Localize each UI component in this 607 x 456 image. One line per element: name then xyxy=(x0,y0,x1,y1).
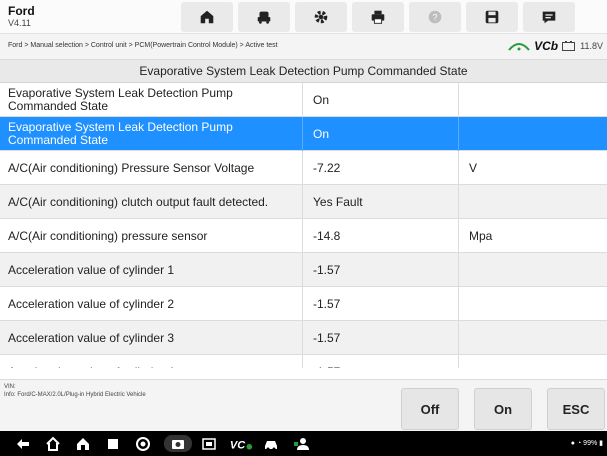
row-unit xyxy=(458,355,607,368)
vehicle-swap-button[interactable] xyxy=(238,2,290,32)
svg-text:VC: VC xyxy=(230,439,246,451)
row-value: Yes Fault xyxy=(302,185,442,219)
table-row[interactable]: A/C(Air conditioning) Pressure Sensor Vo… xyxy=(0,151,607,185)
row-unit: Mpa xyxy=(458,219,607,253)
autel-home-button[interactable] xyxy=(74,435,92,452)
wifi-icon: ◔ xyxy=(576,440,582,447)
vehicle-button[interactable] xyxy=(262,435,280,452)
table-row[interactable]: A/C(Air conditioning) pressure sensor -14… xyxy=(0,219,607,253)
browser-button[interactable] xyxy=(134,435,152,452)
data-table: Evaporative System Leak Detection Pump C… xyxy=(0,83,607,368)
home-button[interactable] xyxy=(181,2,233,32)
android-nav-bar: VC ● ◔ 99% ▮ xyxy=(0,431,607,456)
home-outline-icon xyxy=(46,436,60,451)
remote-button[interactable] xyxy=(292,435,310,452)
recent-apps-button[interactable] xyxy=(104,435,122,452)
row-unit xyxy=(458,321,607,355)
battery-percent: 99% xyxy=(583,440,598,447)
display-icon xyxy=(202,437,216,450)
row-unit xyxy=(458,117,607,151)
table-row[interactable]: Evaporative System Leak Detection Pump C… xyxy=(0,117,607,151)
svg-text:?: ? xyxy=(432,13,437,23)
row-name: Acceleration value of cylinder 2 xyxy=(8,296,175,311)
vci-brand: VCb xyxy=(534,39,559,53)
breadcrumb-bar: Ford > Manual selection > Control unit >… xyxy=(0,34,607,60)
vci-status: VCb 11.8V xyxy=(508,39,603,53)
row-name: Evaporative System Leak Detection Pump C… xyxy=(8,86,233,113)
chrome-icon xyxy=(136,436,150,451)
battery-level-icon: ▮ xyxy=(599,440,603,447)
table-row[interactable]: Acceleration value of cylinder 2 -1.57 xyxy=(0,287,607,321)
esc-button[interactable]: ESC xyxy=(547,388,605,430)
app-brand: Ford V4.11 xyxy=(8,5,35,29)
bottom-bar: VIN: Info: Ford/C-MAX/2.0L/Plug-in Hybri… xyxy=(0,379,607,431)
save-button[interactable] xyxy=(466,2,518,32)
wifi-link-icon xyxy=(508,43,530,51)
system-status: ● ◔ 99% ▮ xyxy=(571,439,603,447)
table-row[interactable]: Acceleration value of cylinder 3 -1.57 xyxy=(0,321,607,355)
row-name: A/C(Air conditioning) clutch output faul… xyxy=(8,194,269,209)
display-button[interactable] xyxy=(200,435,218,452)
back-button[interactable] xyxy=(14,435,32,452)
app-title: Ford xyxy=(8,4,35,18)
vehicle-info-text: Info: Ford/C-MAX/2.0L/Plug-in Hybrid Ele… xyxy=(4,392,146,398)
app-version: V4.11 xyxy=(8,18,31,28)
message-button[interactable] xyxy=(523,2,575,32)
row-value: On xyxy=(302,117,442,151)
car-icon xyxy=(265,440,277,450)
vehicle-info: VIN: Info: Ford/C-MAX/2.0L/Plug-in Hybri… xyxy=(4,383,146,399)
row-unit: V xyxy=(458,151,607,185)
screenshot-button[interactable] xyxy=(164,435,192,452)
help-icon: ? xyxy=(428,10,442,24)
table-header: Evaporative System Leak Detection Pump C… xyxy=(0,60,607,83)
back-arrow-icon xyxy=(17,438,29,449)
car-swap-icon xyxy=(257,11,271,24)
print-icon xyxy=(371,10,385,24)
row-name: Acceleration value of cylinder 3 xyxy=(8,330,175,345)
home-icon xyxy=(200,10,214,24)
row-name: Evaporative System Leak Detection Pump C… xyxy=(8,120,233,147)
remote-support-icon xyxy=(294,437,309,450)
gear-icon xyxy=(314,10,328,24)
row-unit xyxy=(458,287,607,321)
row-value: -1.57 xyxy=(302,287,442,321)
row-name: Acceleration value of cylinder 4 xyxy=(8,355,300,368)
battery-icon xyxy=(562,41,576,51)
row-value: -1.57 xyxy=(302,253,442,287)
row-name: Acceleration value of cylinder 1 xyxy=(8,262,175,277)
message-icon xyxy=(542,11,556,24)
table-row[interactable]: Acceleration value of cylinder 4-1.57 xyxy=(0,355,607,368)
table-row[interactable]: A/C(Air conditioning) clutch output faul… xyxy=(0,185,607,219)
off-button[interactable]: Off xyxy=(401,388,459,430)
on-button[interactable]: On xyxy=(474,388,532,430)
row-value: On xyxy=(302,83,442,117)
android-home-button[interactable] xyxy=(44,435,62,452)
recent-apps-icon xyxy=(108,438,118,449)
help-button[interactable]: ? xyxy=(409,2,461,32)
row-value: -7.22 xyxy=(302,151,442,185)
row-value: -1.57 xyxy=(302,355,442,368)
row-unit xyxy=(458,185,607,219)
camera-icon xyxy=(172,439,184,449)
row-name: A/C(Air conditioning) pressure sensor xyxy=(8,228,208,243)
row-name: A/C(Air conditioning) Pressure Sensor Vo… xyxy=(8,160,255,175)
row-value: -1.57 xyxy=(302,321,442,355)
breadcrumb: Ford > Manual selection > Control unit >… xyxy=(8,42,278,49)
settings-button[interactable] xyxy=(295,2,347,32)
row-unit xyxy=(458,83,607,117)
vin-label: VIN: xyxy=(4,384,16,390)
save-icon xyxy=(485,10,499,24)
row-unit xyxy=(458,253,607,287)
vci-voltage: 11.8V xyxy=(580,41,603,51)
print-button[interactable] xyxy=(352,2,404,32)
top-toolbar: Ford V4.11 ? xyxy=(0,0,607,34)
vci-button[interactable]: VC xyxy=(228,435,254,452)
row-value: -14.8 xyxy=(302,219,442,253)
location-icon: ● xyxy=(570,440,576,447)
table-row[interactable]: Acceleration value of cylinder 1 -1.57 xyxy=(0,253,607,287)
vci-logo-icon: VC xyxy=(230,439,253,451)
table-row[interactable]: Evaporative System Leak Detection Pump C… xyxy=(0,83,607,117)
autel-home-icon xyxy=(77,437,89,450)
